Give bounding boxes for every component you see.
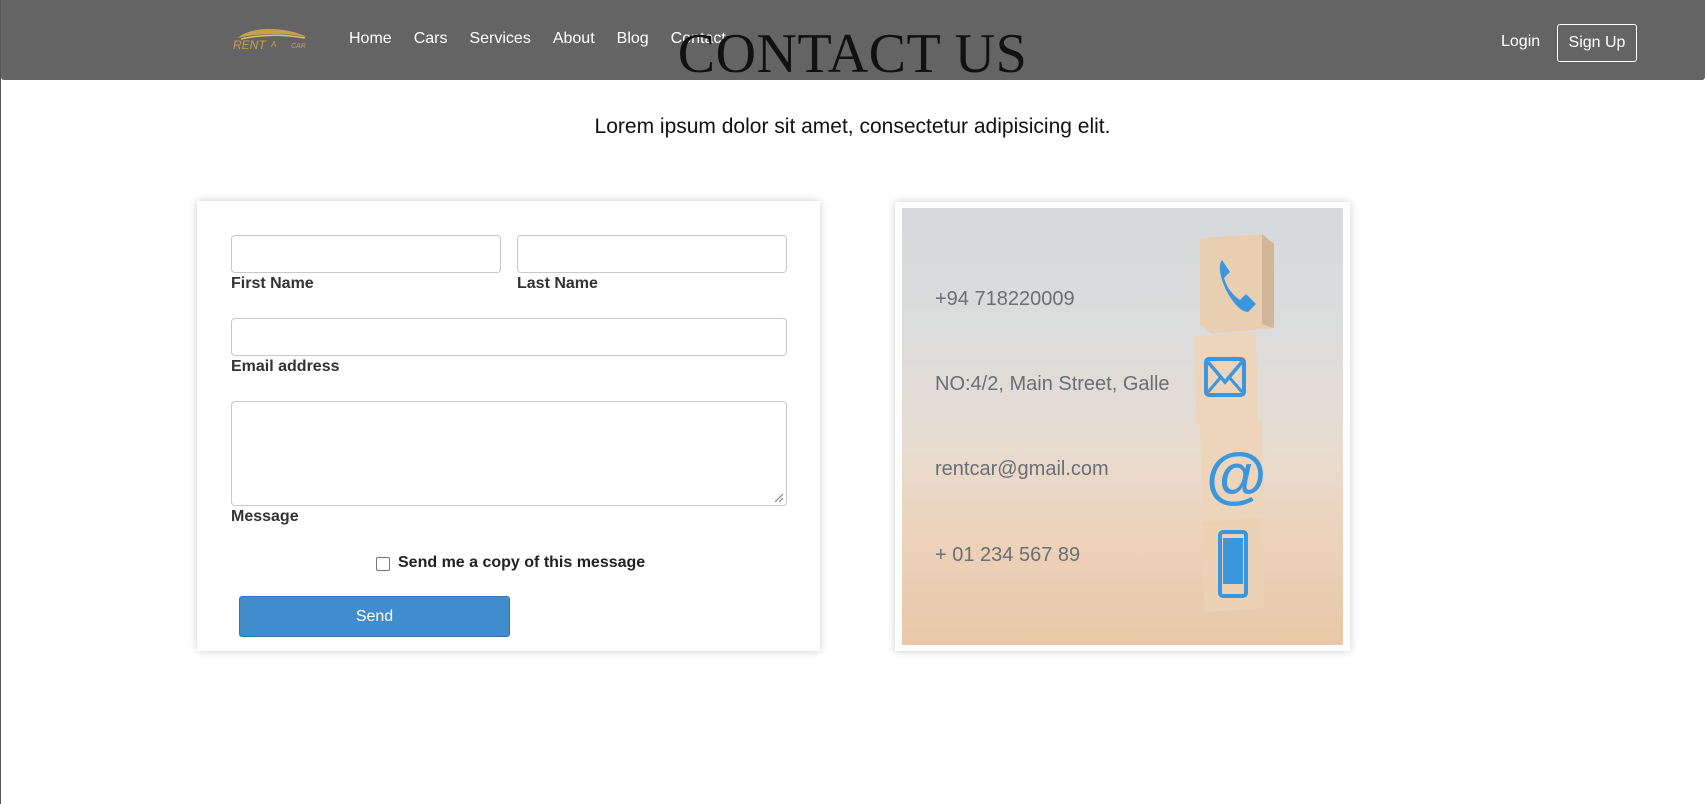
envelope-icon <box>1194 332 1258 424</box>
contact-email: rentcar@gmail.com <box>935 458 1109 480</box>
nav-link-blog[interactable]: Blog <box>617 30 649 48</box>
message-label: Message <box>231 508 299 525</box>
page-subtitle: Lorem ipsum dolor sit amet, consectetur … <box>594 115 1111 138</box>
message-textarea[interactable] <box>231 401 787 506</box>
nav-link-about[interactable]: About <box>553 30 595 48</box>
contact-info-card: +94 718220009 NO:4/2, Main Street, Galle… <box>895 202 1350 651</box>
mobile-phone-icon <box>1202 518 1264 612</box>
contact-address: NO:4/2, Main Street, Galle <box>935 373 1170 395</box>
login-link[interactable]: Login <box>1501 33 1540 51</box>
resize-grip-icon[interactable] <box>775 494 783 502</box>
nav-links: Home Cars Services About Blog Contact <box>349 30 748 48</box>
svg-text:@: @ <box>1206 441 1266 510</box>
wooden-blocks-illustration: @ <box>1194 234 1274 612</box>
last-name-input[interactable] <box>517 235 787 273</box>
nav-link-home[interactable]: Home <box>349 30 392 48</box>
email-input[interactable] <box>231 318 787 356</box>
contact-phone-secondary: + 01 234 567 89 <box>935 544 1081 566</box>
signup-button[interactable]: Sign Up <box>1557 24 1637 62</box>
svg-text:RENT: RENT <box>233 38 267 52</box>
contact-form: First Name Last Name Email address Messa… <box>197 201 820 651</box>
car-logo-icon: RENT A CAR <box>233 28 307 52</box>
svg-text:CAR: CAR <box>291 43 306 50</box>
navbar: RENT A CAR Home Cars Services About Blog… <box>1 0 1705 80</box>
contact-info-image: +94 718220009 NO:4/2, Main Street, Galle… <box>902 208 1343 645</box>
contact-phone: +94 718220009 <box>935 288 1075 310</box>
send-button[interactable]: Send <box>239 596 510 637</box>
copy-checkbox-label[interactable]: Send me a copy of this message <box>398 554 645 572</box>
copy-checkbox[interactable] <box>376 557 390 571</box>
nav-link-cars[interactable]: Cars <box>414 30 448 48</box>
svg-text:A: A <box>270 40 276 49</box>
first-name-input[interactable] <box>231 235 501 273</box>
nav-link-contact[interactable]: Contact <box>671 30 726 48</box>
email-label: Email address <box>231 358 340 375</box>
at-sign-icon: @ <box>1200 420 1266 522</box>
logo[interactable]: RENT A CAR <box>231 26 313 54</box>
first-name-label: First Name <box>231 275 314 292</box>
phone-icon <box>1200 234 1274 334</box>
nav-link-services[interactable]: Services <box>469 30 530 48</box>
last-name-label: Last Name <box>517 275 598 292</box>
